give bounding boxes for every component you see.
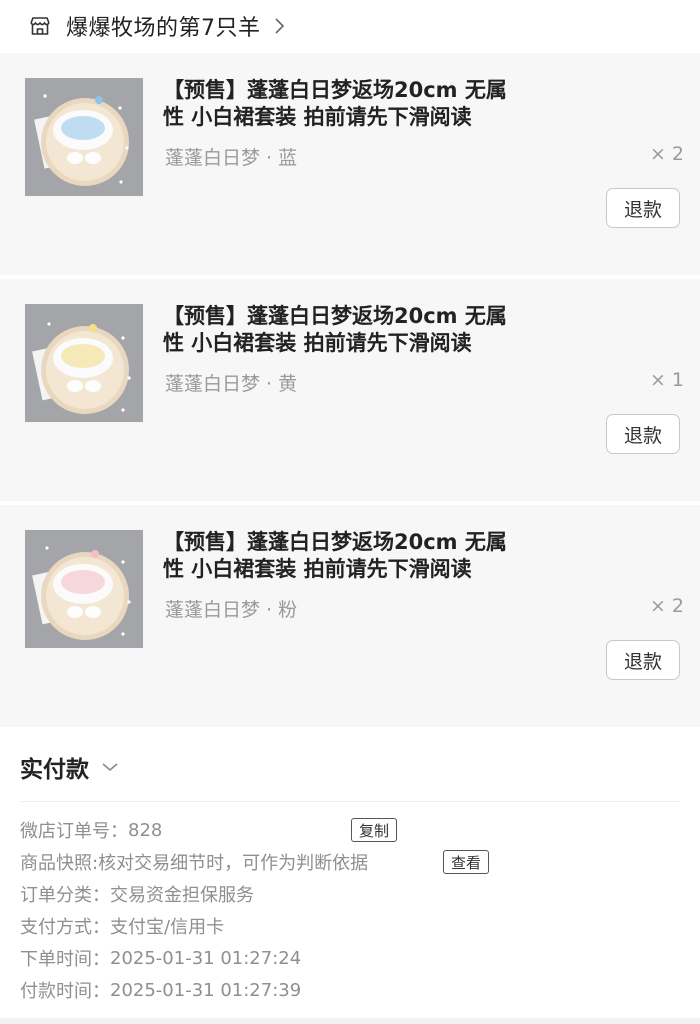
order-number-value: 828: [128, 819, 163, 841]
product-title[interactable]: 【预售】蓬蓬白日梦返场20cm 无属性 小白裙套装 拍前请先下滑阅读: [163, 529, 523, 583]
order-item[interactable]: 【预售】蓬蓬白日梦返场20cm 无属性 小白裙套装 拍前请先下滑阅读 蓬蓬白日梦…: [0, 53, 700, 275]
view-snapshot-button[interactable]: 查看: [443, 850, 490, 874]
order-time-row: 下单时间： 2025-01-31 01:27:24: [20, 943, 301, 973]
order-time-value: 2025-01-31 01:27:24: [110, 947, 302, 969]
product-variant: 蓬蓬白日梦 · 粉: [165, 599, 298, 621]
pay-time-value: 2025-01-31 01:27:39: [110, 979, 302, 1001]
payment-title: 实付款: [20, 757, 89, 783]
chevron-right-icon[interactable]: [273, 17, 285, 35]
bottom-separator: [0, 1018, 700, 1024]
snapshot-row: 商品快照: 核对交易细节时，可作为判断依据: [20, 847, 368, 877]
order-number-row: 微店订单号： 828: [20, 815, 162, 845]
pay-time-row: 付款时间： 2025-01-31 01:27:39: [20, 975, 301, 1005]
order-item[interactable]: 【预售】蓬蓬白日梦返场20cm 无属性 小白裙套装 拍前请先下滑阅读 蓬蓬白日梦…: [0, 279, 700, 501]
pay-method-label: 支付方式：: [20, 917, 110, 938]
copy-button[interactable]: 复制: [351, 818, 398, 842]
shop-header[interactable]: 爆爆牧场的第7只羊: [0, 0, 700, 52]
product-variant: 蓬蓬白日梦 · 蓝: [165, 147, 298, 169]
product-thumbnail[interactable]: [25, 78, 143, 196]
product-title[interactable]: 【预售】蓬蓬白日梦返场20cm 无属性 小白裙套装 拍前请先下滑阅读: [163, 77, 523, 131]
product-thumbnail[interactable]: [25, 304, 143, 422]
refund-button[interactable]: 退款: [606, 188, 680, 228]
divider: [20, 801, 680, 802]
order-number-label: 微店订单号：: [20, 821, 128, 842]
product-variant: 蓬蓬白日梦 · 黄: [165, 373, 298, 395]
snapshot-label: 商品快照:: [20, 853, 99, 874]
product-quantity: × 2: [649, 595, 684, 617]
payment-section-toggle[interactable]: 实付款: [20, 750, 119, 784]
category-value: 交易资金担保服务: [110, 885, 254, 906]
pay-method-row: 支付方式： 支付宝/信用卡: [20, 911, 224, 941]
category-label: 订单分类：: [20, 885, 110, 906]
category-row: 订单分类： 交易资金担保服务: [20, 879, 254, 909]
pay-time-label: 付款时间：: [20, 981, 110, 1002]
chevron-down-icon[interactable]: [101, 761, 119, 773]
order-time-label: 下单时间：: [20, 949, 110, 970]
product-quantity: × 2: [649, 143, 684, 165]
snapshot-value: 核对交易细节时，可作为判断依据: [98, 853, 369, 874]
store-icon: [28, 14, 52, 38]
product-thumbnail[interactable]: [25, 530, 143, 648]
pay-method-value: 支付宝/信用卡: [110, 917, 225, 938]
product-quantity: × 1: [649, 369, 684, 391]
product-title[interactable]: 【预售】蓬蓬白日梦返场20cm 无属性 小白裙套装 拍前请先下滑阅读: [163, 303, 523, 357]
order-item[interactable]: 【预售】蓬蓬白日梦返场20cm 无属性 小白裙套装 拍前请先下滑阅读 蓬蓬白日梦…: [0, 505, 700, 727]
shop-name[interactable]: 爆爆牧场的第7只羊: [66, 10, 261, 42]
refund-button[interactable]: 退款: [606, 640, 680, 680]
refund-button[interactable]: 退款: [606, 414, 680, 454]
